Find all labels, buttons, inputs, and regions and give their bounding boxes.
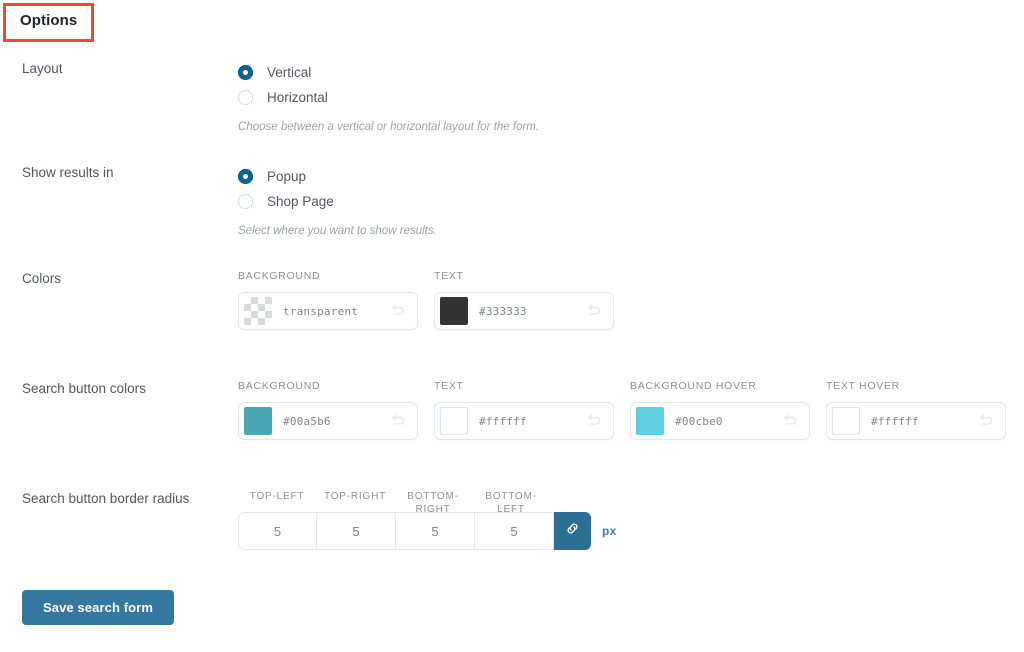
reset-icon[interactable] [977,412,995,430]
radio-unselected-icon [238,90,253,105]
color-field-text: TEXT #333333 [434,270,614,330]
radio-option-horizontal[interactable]: Horizontal [238,85,539,110]
radio-option-shop-page[interactable]: Shop Page [238,189,437,214]
field-head-text: TEXT [434,270,464,282]
link-icon [564,520,581,542]
radio-label-shop-page: Shop Page [267,193,334,209]
row-layout: Layout Vertical Horizontal Choose betwee… [0,60,1024,135]
color-value-btn-text-hover[interactable]: #ffffff [871,415,977,428]
field-head-btn-background: BACKGROUND [238,380,321,392]
input-top-right[interactable]: 5 [317,512,396,550]
color-swatch-icon[interactable] [832,407,860,435]
color-field-btn-text-hover: TEXT HOVER #ffffff [826,380,1006,440]
reset-icon[interactable] [389,412,407,430]
field-head-btn-text: TEXT [434,380,464,392]
radio-option-vertical[interactable]: Vertical [238,60,539,85]
radio-label-vertical: Vertical [267,64,312,80]
input-bottom-left[interactable]: 5 [475,512,554,550]
radio-option-popup[interactable]: Popup [238,164,437,189]
color-field-btn-text: TEXT #ffffff [434,380,614,440]
input-top-left[interactable]: 5 [238,512,317,550]
color-field-background: BACKGROUND transparent [238,270,418,330]
layout-radio-group: Vertical Horizontal Choose between a ver… [238,60,539,135]
radio-label-horizontal: Horizontal [267,89,328,105]
reset-icon[interactable] [585,302,603,320]
row-label-layout: Layout [22,61,63,76]
row-label-border-radius: Search button border radius [22,491,190,506]
row-label-show-results: Show results in [22,165,114,180]
page-title: Options [20,12,78,29]
color-swatch-icon[interactable] [440,297,468,325]
row-search-button-colors: Search button colors BACKGROUND #00a5b6 … [0,380,1024,452]
row-label-search-button-colors: Search button colors [22,381,146,396]
link-values-toggle-button[interactable] [554,512,591,550]
color-value-text[interactable]: #333333 [479,305,585,318]
show-results-radio-group: Popup Shop Page Select where you want to… [238,164,437,239]
input-bottom-right[interactable]: 5 [396,512,475,550]
color-value-background[interactable]: transparent [283,305,389,318]
color-swatch-icon[interactable] [636,407,664,435]
color-value-btn-background-hover[interactable]: #00cbe0 [675,415,781,428]
radio-selected-icon [238,169,253,184]
radio-selected-icon [238,65,253,80]
field-head-background: BACKGROUND [238,270,321,282]
color-picker-btn-background[interactable]: #00a5b6 [238,402,418,440]
reset-icon[interactable] [585,412,603,430]
save-search-form-button[interactable]: Save search form [22,590,174,625]
color-swatch-icon[interactable] [244,407,272,435]
row-label-colors: Colors [22,271,62,286]
options-panel-title-highlight: Options [3,3,95,42]
color-field-btn-background-hover: BACKGROUND HOVER #00cbe0 [630,380,810,440]
radio-label-popup: Popup [267,168,307,184]
color-picker-btn-text-hover[interactable]: #ffffff [826,402,1006,440]
color-swatch-icon[interactable] [440,407,468,435]
hint-show-results: Select where you want to show results. [238,225,437,237]
border-radius-input-group: 5 5 5 5 px [238,512,617,550]
field-head-btn-text-hover: TEXT HOVER [826,380,900,392]
radio-unselected-icon [238,194,253,209]
color-value-btn-text[interactable]: #ffffff [479,415,585,428]
field-head-btn-background-hover: BACKGROUND HOVER [630,380,757,392]
hint-layout: Choose between a vertical or horizontal … [238,121,540,133]
color-picker-btn-background-hover[interactable]: #00cbe0 [630,402,810,440]
color-picker-text[interactable]: #333333 [434,292,614,330]
unit-label-px: px [602,524,617,538]
color-picker-btn-text[interactable]: #ffffff [434,402,614,440]
color-value-btn-background[interactable]: #00a5b6 [283,415,389,428]
color-picker-background[interactable]: transparent [238,292,418,330]
row-colors: Colors BACKGROUND transparent TEXT #3333… [0,270,1024,342]
reset-icon[interactable] [781,412,799,430]
row-show-results: Show results in Popup Shop Page Select w… [0,164,1024,239]
transparent-swatch-icon[interactable] [244,297,272,325]
reset-icon[interactable] [389,302,407,320]
color-field-btn-background: BACKGROUND #00a5b6 [238,380,418,440]
